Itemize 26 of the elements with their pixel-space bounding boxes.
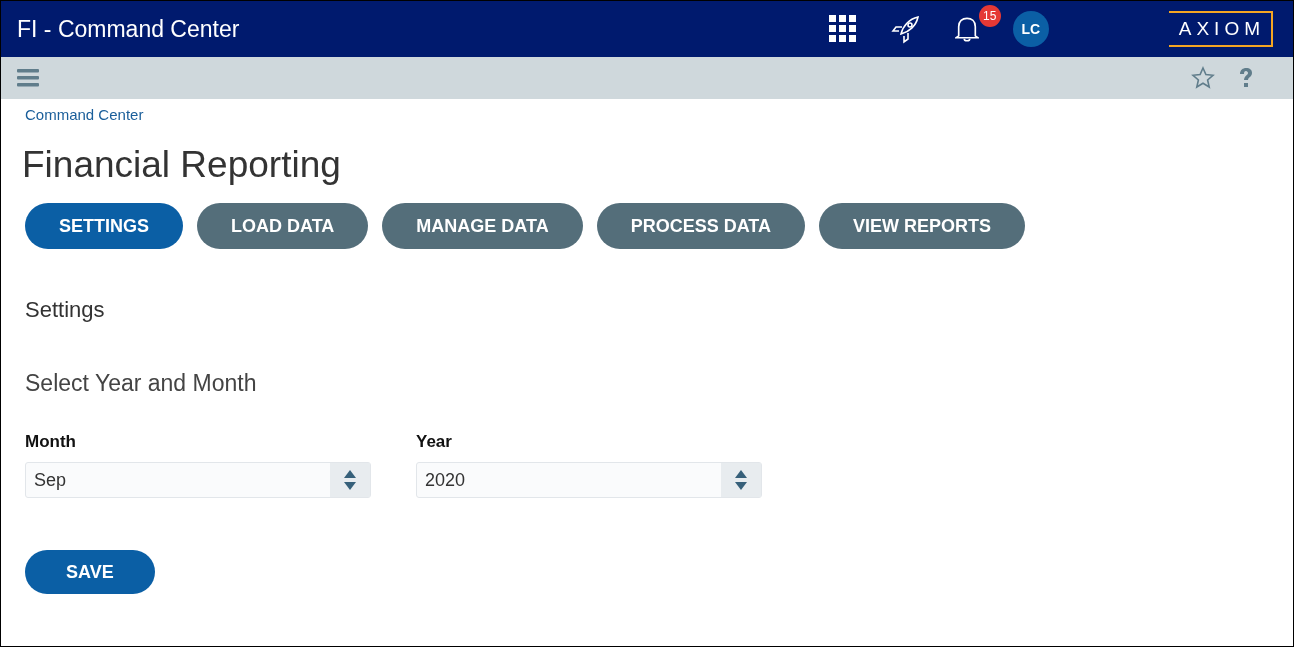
user-avatar[interactable]: LC: [1012, 11, 1049, 47]
save-button[interactable]: SAVE: [25, 550, 155, 595]
star-icon[interactable]: [1191, 66, 1215, 90]
rocket-icon[interactable]: [890, 14, 921, 44]
nav-tab[interactable]: MANAGE DATA: [382, 203, 583, 250]
field-label: Month: [25, 430, 77, 453]
section-heading: Settings: [25, 296, 106, 325]
nav-tab[interactable]: VIEW REPORTS: [819, 203, 1026, 250]
field-label: Year: [416, 430, 453, 453]
nav-tab[interactable]: SETTINGS: [25, 203, 183, 250]
select-field[interactable]: Sep: [25, 462, 371, 499]
select-field[interactable]: 2020: [416, 462, 762, 499]
apps-grid-icon[interactable]: [828, 15, 857, 43]
notification-count: 15: [978, 5, 1001, 27]
logo: AXIOM: [1168, 10, 1273, 48]
spinner-icon[interactable]: [734, 469, 748, 492]
subsection-heading: Select Year and Month: [25, 369, 258, 399]
breadcrumb-link[interactable]: Command Center: [25, 106, 144, 123]
bell-icon[interactable]: [954, 15, 979, 43]
spinner-icon[interactable]: [343, 469, 357, 492]
nav-tab[interactable]: PROCESS DATA: [596, 203, 805, 250]
app-title: FI - Command Center: [17, 14, 241, 44]
page-title: Financial Reporting: [22, 143, 342, 187]
menu-icon[interactable]: [17, 69, 39, 87]
help-icon[interactable]: [1239, 68, 1253, 88]
nav-tab[interactable]: LOAD DATA: [197, 203, 369, 250]
